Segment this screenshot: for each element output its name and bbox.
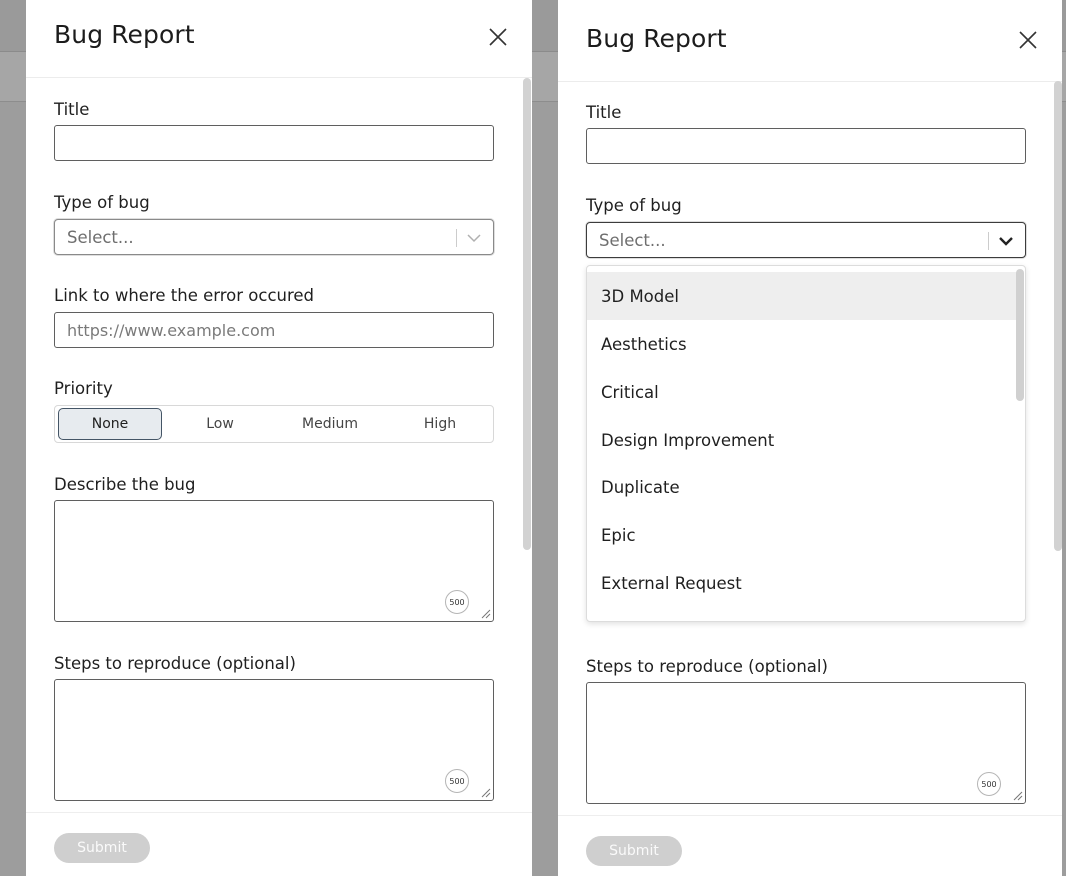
- title-input[interactable]: [586, 128, 1026, 164]
- type-of-bug-dropdown-menu: 3D Model Aesthetics Critical Design Impr…: [586, 265, 1026, 622]
- priority-option-high[interactable]: High: [388, 408, 492, 440]
- priority-segmented-control: None Low Medium High: [54, 405, 494, 443]
- char-count-badge: 500: [977, 772, 1001, 796]
- title-input[interactable]: [54, 125, 494, 161]
- panel-title: Bug Report: [586, 24, 727, 53]
- dropdown-scrollbar[interactable]: [1016, 269, 1024, 401]
- bug-report-panel-right: Bug Report Title Type of bug Select... 3…: [558, 0, 1062, 876]
- type-of-bug-label: Type of bug: [586, 196, 682, 215]
- steps-textarea[interactable]: [55, 680, 493, 800]
- describe-textarea-container: 500: [54, 500, 494, 622]
- dropdown-option-feature[interactable]: Feature: [587, 607, 1017, 621]
- dropdown-option-external-request[interactable]: External Request: [587, 559, 1017, 607]
- background-left: [0, 0, 26, 876]
- close-icon[interactable]: [487, 26, 509, 48]
- char-count-badge: 500: [445, 769, 469, 793]
- priority-label: Priority: [54, 379, 113, 398]
- steps-label: Steps to reproduce (optional): [586, 657, 828, 676]
- steps-label: Steps to reproduce (optional): [54, 654, 296, 673]
- type-of-bug-select[interactable]: Select...: [54, 219, 494, 255]
- panel-title: Bug Report: [54, 20, 195, 49]
- panel-scrollbar[interactable]: [1054, 81, 1062, 551]
- select-separator: [988, 232, 989, 250]
- steps-textarea-container: 500: [54, 679, 494, 801]
- describe-label: Describe the bug: [54, 475, 196, 494]
- background-middle: [532, 0, 558, 876]
- dropdown-option-design-improvement[interactable]: Design Improvement: [587, 416, 1017, 464]
- priority-option-none[interactable]: None: [58, 408, 162, 440]
- dropdown-option-epic[interactable]: Epic: [587, 511, 1017, 559]
- resize-handle-icon[interactable]: [1013, 791, 1023, 801]
- link-input[interactable]: [54, 312, 494, 348]
- title-label: Title: [586, 103, 622, 122]
- dropdown-option-aesthetics[interactable]: Aesthetics: [587, 320, 1017, 368]
- dropdown-option-critical[interactable]: Critical: [587, 368, 1017, 416]
- background-right: [1062, 0, 1066, 876]
- dropdown-option-duplicate[interactable]: Duplicate: [587, 463, 1017, 511]
- title-label: Title: [54, 100, 90, 119]
- resize-handle-icon[interactable]: [481, 609, 491, 619]
- submit-button[interactable]: Submit: [586, 836, 682, 866]
- panel-header: Bug Report: [558, 0, 1062, 82]
- panel-footer: Submit: [26, 812, 532, 876]
- type-of-bug-placeholder: Select...: [599, 231, 666, 250]
- steps-textarea[interactable]: [587, 683, 1025, 803]
- chevron-down-icon[interactable]: [998, 232, 1014, 250]
- select-separator: [456, 229, 457, 247]
- steps-textarea-container: 500: [586, 682, 1026, 804]
- panel-footer: Submit: [558, 815, 1062, 876]
- resize-handle-icon[interactable]: [481, 788, 491, 798]
- priority-option-low[interactable]: Low: [168, 408, 272, 440]
- type-of-bug-placeholder: Select...: [67, 228, 134, 247]
- char-count-badge: 500: [445, 590, 469, 614]
- chevron-down-icon[interactable]: [466, 229, 482, 247]
- dropdown-option-3d-model[interactable]: 3D Model: [587, 272, 1017, 320]
- panel-scrollbar[interactable]: [523, 78, 531, 550]
- link-label: Link to where the error occured: [54, 286, 315, 305]
- priority-option-medium[interactable]: Medium: [278, 408, 382, 440]
- panel-header: Bug Report: [26, 0, 532, 78]
- type-of-bug-label: Type of bug: [54, 193, 150, 212]
- close-icon[interactable]: [1017, 29, 1039, 51]
- type-of-bug-select[interactable]: Select...: [586, 222, 1026, 258]
- describe-textarea[interactable]: [55, 501, 493, 621]
- submit-button[interactable]: Submit: [54, 833, 150, 863]
- bug-report-panel-left: Bug Report Title Type of bug Select... L…: [26, 0, 532, 876]
